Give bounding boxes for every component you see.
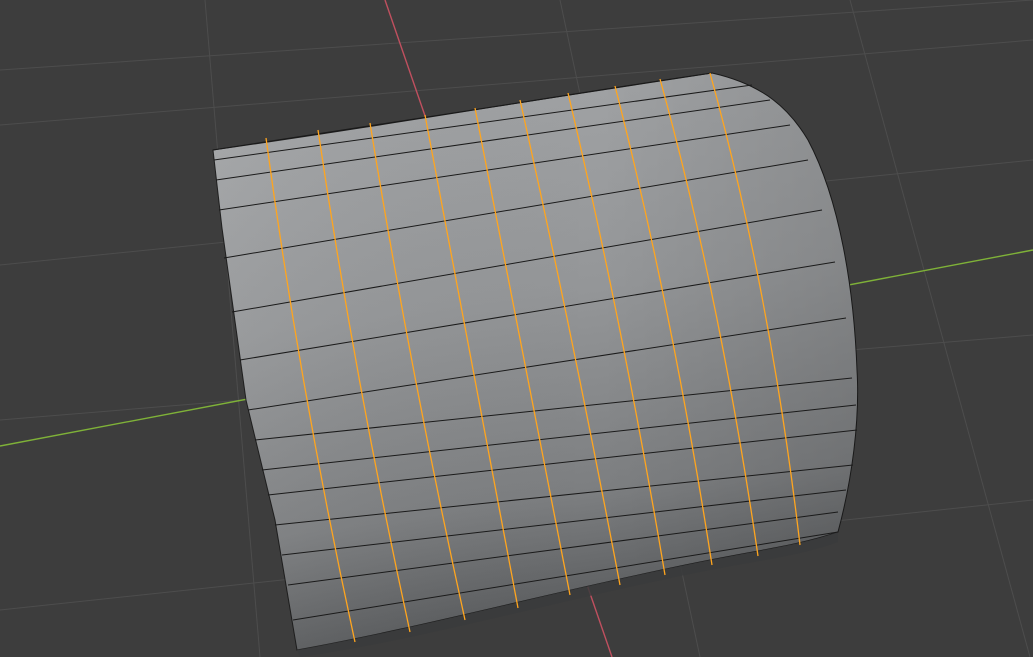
cylinder-side-shade — [213, 73, 858, 650]
viewport-canvas[interactable] — [0, 0, 1033, 657]
3d-viewport[interactable] — [0, 0, 1033, 657]
grid-line — [0, 0, 1033, 71]
grid-line — [849, 0, 1031, 657]
cylinder-mesh[interactable] — [212, 72, 859, 657]
